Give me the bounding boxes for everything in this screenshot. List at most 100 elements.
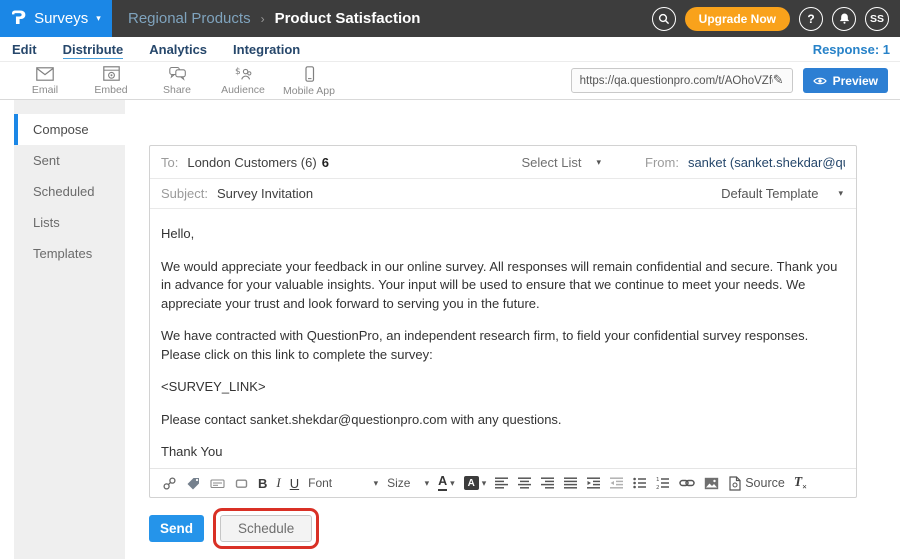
surveys-menu-label: Surveys [34, 10, 88, 27]
email-compose-card: To: London Customers (6) 6 Select List ▾… [149, 145, 857, 498]
hyperlink-button[interactable] [679, 477, 695, 489]
insert-link-button[interactable] [162, 476, 177, 491]
email-body-editor[interactable]: Hello, We would appreciate your feedback… [150, 209, 856, 468]
body-paragraph: Please contact sanket.shekdar@questionpr… [161, 411, 845, 430]
compose-actions: Send Schedule [149, 508, 319, 549]
channel-email[interactable]: Email [12, 66, 78, 96]
from-label: From: [645, 155, 679, 170]
link-icon [162, 476, 177, 491]
sidebar-item-compose[interactable]: Compose [14, 114, 125, 145]
sidebar-item-templates[interactable]: Templates [14, 238, 125, 269]
align-right-icon [541, 476, 555, 490]
chevron-down-icon: ▾ [482, 478, 487, 489]
bullet-list-button[interactable] [633, 476, 647, 490]
sidebar-item-scheduled[interactable]: Scheduled [14, 176, 125, 207]
svg-text:2: 2 [656, 485, 660, 490]
body-paragraph: Thank You [161, 443, 845, 462]
insert-tag-button[interactable] [186, 476, 201, 491]
underline-button[interactable]: U [290, 476, 299, 491]
font-dropdown[interactable]: Font ▾ [308, 476, 378, 490]
body-paragraph: <SURVEY_LINK> [161, 378, 845, 397]
channel-embed-label: Embed [94, 84, 127, 96]
image-icon [704, 477, 719, 490]
chevron-down-icon: ▾ [838, 188, 843, 199]
send-button[interactable]: Send [149, 515, 204, 542]
text-color-button[interactable]: A ▾ [438, 475, 455, 491]
channel-embed[interactable]: Embed [78, 65, 144, 96]
select-list-dropdown[interactable]: Select List ▾ [521, 155, 601, 170]
numbered-list-button[interactable]: 1 2 [656, 476, 670, 490]
edit-url-icon[interactable]: ✎ [773, 73, 784, 88]
search-button[interactable] [652, 7, 676, 31]
mobile-app-icon [301, 66, 318, 82]
breadcrumb-separator-icon: › [261, 12, 265, 26]
svg-text:$: $ [235, 67, 241, 77]
font-dropdown-label: Font [308, 476, 332, 490]
subject-input[interactable]: Survey Invitation [217, 186, 313, 201]
align-left-icon [495, 476, 509, 490]
from-group: From: sanket (sanket.shekdar@ques... [645, 155, 845, 170]
channel-mobile-app-label: Mobile App [283, 85, 335, 97]
justify-button[interactable] [564, 476, 578, 490]
channel-audience[interactable]: $ Audience [210, 65, 276, 96]
chevron-down-icon: ▾ [96, 13, 101, 24]
align-center-button[interactable] [518, 476, 532, 490]
header-actions: Upgrade Now ? SS [652, 7, 900, 31]
preview-button[interactable]: Preview [803, 68, 888, 93]
survey-nav-tabs: Edit Distribute Analytics Integration Re… [0, 37, 900, 62]
chain-link-icon [679, 477, 695, 489]
svg-text:1: 1 [656, 477, 660, 483]
body-paragraph: We have contracted with QuestionPro, an … [161, 327, 845, 364]
recipients-row: To: London Customers (6) 6 Select List ▾… [150, 146, 856, 179]
align-right-button[interactable] [541, 476, 555, 490]
size-dropdown[interactable]: Size ▾ [387, 476, 429, 490]
align-center-icon [518, 476, 532, 490]
chevron-down-icon: ▾ [425, 478, 430, 489]
source-document-icon [728, 476, 741, 491]
tag-icon [186, 476, 201, 491]
insert-field-button[interactable] [210, 476, 225, 491]
template-dropdown-label: Default Template [721, 186, 818, 201]
remove-format-button[interactable]: T× [794, 474, 807, 492]
breadcrumb-folder[interactable]: Regional Products [128, 10, 251, 27]
channel-share[interactable]: Share [144, 65, 210, 96]
help-button[interactable]: ? [799, 7, 823, 31]
align-left-button[interactable] [495, 476, 509, 490]
background-color-button[interactable]: A ▾ [464, 476, 487, 490]
subject-row: Subject: Survey Invitation Default Templ… [150, 179, 856, 209]
upgrade-now-button[interactable]: Upgrade Now [685, 7, 790, 31]
to-label: To: [161, 155, 178, 170]
source-button[interactable]: Source [728, 476, 785, 491]
increase-indent-icon [587, 476, 601, 490]
editor-toolbar: B I U Font ▾ Size ▾ A ▾ A ▾ [150, 468, 856, 497]
insert-button-button[interactable] [234, 476, 249, 491]
annotation-highlight: Schedule [213, 508, 319, 549]
decrease-indent-button[interactable] [610, 476, 624, 490]
bold-button[interactable]: B [258, 476, 267, 491]
tab-analytics[interactable]: Analytics [149, 39, 207, 59]
tab-integration[interactable]: Integration [233, 39, 300, 59]
breadcrumb-survey-name: Product Satisfaction [275, 10, 421, 27]
survey-url-field[interactable]: https://qa.questionpro.com/t/AOhoVZfqml … [571, 68, 793, 93]
questionpro-app: Ɂ Surveys ▾ Regional Products › Product … [0, 0, 900, 560]
insert-image-button[interactable] [704, 477, 719, 490]
channel-email-label: Email [32, 84, 58, 96]
italic-button[interactable]: I [276, 475, 280, 491]
text-color-icon: A [438, 475, 447, 491]
surveys-menu[interactable]: Ɂ Surveys ▾ [0, 0, 112, 37]
survey-url-text[interactable]: https://qa.questionpro.com/t/AOhoVZfqml [580, 75, 773, 87]
tab-distribute[interactable]: Distribute [63, 39, 124, 59]
sidebar-item-sent[interactable]: Sent [14, 145, 125, 176]
from-value[interactable]: sanket (sanket.shekdar@ques... [688, 155, 845, 170]
channel-mobile-app[interactable]: Mobile App [276, 65, 342, 97]
compose-sidebar: Compose Sent Scheduled Lists Templates [14, 100, 125, 559]
avatar[interactable]: SS [865, 7, 889, 31]
increase-indent-button[interactable] [587, 476, 601, 490]
subject-label: Subject: [161, 186, 208, 201]
template-dropdown[interactable]: Default Template ▾ [721, 186, 845, 201]
to-value[interactable]: London Customers (6) [187, 155, 316, 170]
schedule-button[interactable]: Schedule [220, 515, 312, 542]
notifications-button[interactable] [832, 7, 856, 31]
sidebar-item-lists[interactable]: Lists [14, 207, 125, 238]
tab-edit[interactable]: Edit [12, 39, 37, 59]
